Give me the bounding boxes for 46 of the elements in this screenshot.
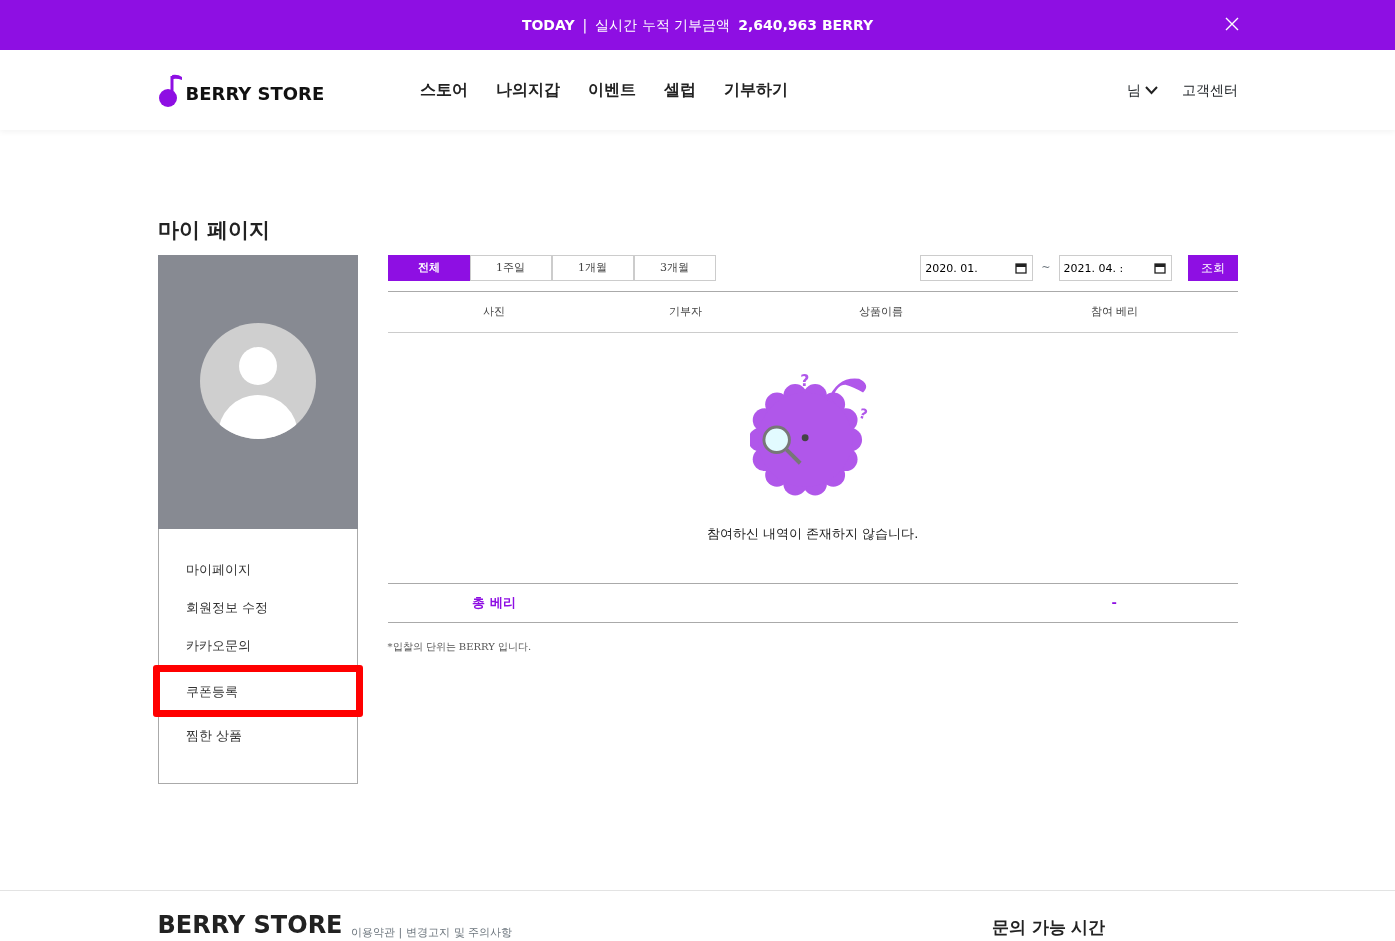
- column-header: 참여 베리: [1090, 304, 1138, 318]
- sidebar-item[interactable]: 카카오문의: [158, 627, 357, 666]
- column-header: 상품이름: [858, 304, 903, 318]
- sidebar-item[interactable]: 찜한 상품: [158, 717, 357, 756]
- question-mark: ?: [857, 405, 870, 423]
- date-field[interactable]: 2021. 04. :: [1058, 255, 1172, 282]
- music-note-icon: [157, 73, 182, 107]
- user-menu[interactable]: 님: [1126, 79, 1158, 101]
- contact-title: 문의 가능 시간: [991, 916, 1106, 940]
- banner-amount: 2,640,963 BERRY: [738, 15, 874, 35]
- empty-message: 참여하신 내역이 존재하지 않습니다.: [706, 524, 919, 543]
- footnote: *입찰의 단위는 BERRY 입니다.: [387, 640, 533, 655]
- column-header: 기부자: [668, 304, 702, 318]
- nav-link[interactable]: 스토어: [420, 78, 469, 102]
- calendar-icon[interactable]: [1015, 262, 1028, 275]
- sidebar-item[interactable]: 회원정보 수정: [158, 589, 357, 628]
- period-tab[interactable]: 3개월: [633, 255, 716, 282]
- banner-text: 실시간 누적 기부금액: [595, 15, 731, 35]
- footer-link[interactable]: 이용약관: [350, 925, 395, 941]
- period-tab[interactable]: 전체: [387, 255, 470, 282]
- nav-link[interactable]: 이벤트: [588, 78, 637, 102]
- separator-text: |: [398, 925, 403, 941]
- sidebar-item[interactable]: 마이페이지: [158, 551, 357, 590]
- page-title: 마이 페이지: [157, 218, 271, 244]
- column-header: 사진: [482, 304, 505, 318]
- nav-link[interactable]: 셀럽: [664, 78, 697, 102]
- separator-text: ~: [1041, 259, 1051, 276]
- period-tab[interactable]: 1개월: [551, 255, 634, 282]
- period-tab[interactable]: 1주일: [469, 255, 552, 282]
- date-field[interactable]: 2020. 01.: [920, 255, 1034, 282]
- separator-text: |: [582, 15, 588, 36]
- total-label: 총 베리: [472, 595, 516, 611]
- chevron-down-icon: [1144, 85, 1158, 95]
- total-value: -: [1111, 595, 1117, 611]
- logo[interactable]: BERRY STORE: [157, 73, 325, 107]
- nav-link[interactable]: 나의지갑: [496, 78, 561, 102]
- footer-logo: BERRY STORE: [157, 913, 343, 938]
- search-button[interactable]: 조회: [1187, 255, 1238, 282]
- calendar-icon[interactable]: [1153, 262, 1166, 275]
- banner-label: TODAY: [521, 15, 575, 35]
- support-link[interactable]: 고객센터: [1181, 79, 1238, 101]
- sidebar-item[interactable]: 쿠폰등록: [152, 665, 363, 718]
- question-mark: ?: [800, 371, 810, 390]
- avatar-icon: [199, 323, 316, 440]
- nav-link[interactable]: 기부하기: [724, 78, 789, 102]
- footer-link[interactable]: 변경고지 및 주의사항: [406, 925, 513, 941]
